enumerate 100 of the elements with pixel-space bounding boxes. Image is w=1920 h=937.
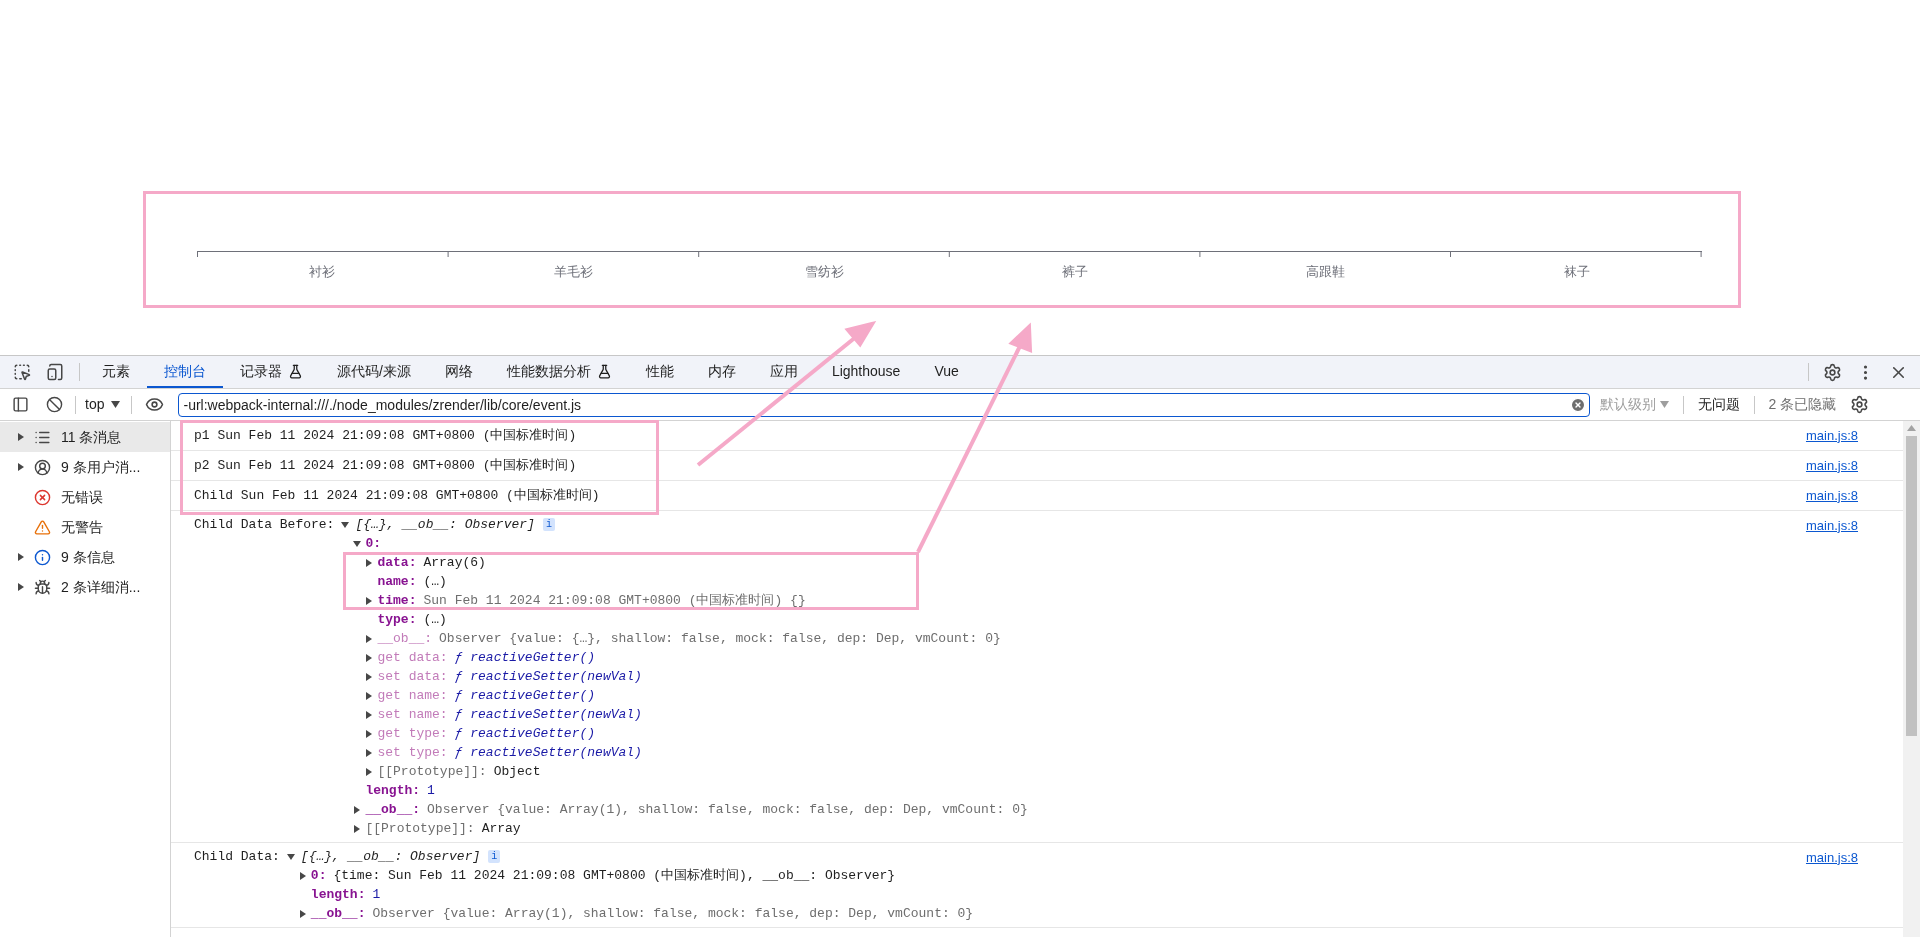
settings-icon[interactable] xyxy=(1823,362,1842,382)
devtools-tab[interactable]: 源代码/来源 xyxy=(320,356,428,388)
bug-icon xyxy=(34,578,51,596)
eye-icon[interactable] xyxy=(145,395,165,414)
property-value: ƒ reactiveSetter(newVal) xyxy=(454,743,642,762)
device-toolbar-icon[interactable] xyxy=(46,363,64,381)
log-message: Child Sun Feb 11 2024 21:09:08 GMT+0800 (中国标准时间) xyxy=(194,486,600,505)
property-key: data: xyxy=(377,552,417,573)
sidebar-item[interactable]: 无警告 xyxy=(0,512,170,542)
property-key: get type: xyxy=(377,723,448,744)
clear-filter-icon[interactable] xyxy=(1570,396,1587,413)
array-summary: [{…}, __ob__: Observer] xyxy=(355,515,535,534)
log-label: Child Data Before: xyxy=(194,516,335,534)
source-link[interactable]: main.js:8 xyxy=(1805,515,1858,536)
devtools-tab[interactable]: 性能 xyxy=(628,356,691,388)
devtools-tab[interactable]: 网络 xyxy=(427,356,490,388)
sidebar-item[interactable]: 2 条详细消... xyxy=(0,572,170,602)
property-value: {time: Sun Feb 11 2024 21:09:08 GMT+0800 (中国标准时间), __ob__: Observer} xyxy=(333,866,896,885)
disclosure-triangle-icon[interactable] xyxy=(17,433,25,441)
axis-label: 裤子 xyxy=(1061,263,1088,281)
disclosure-triangle-icon[interactable] xyxy=(286,852,295,861)
source-link[interactable]: main.js:8 xyxy=(1805,485,1858,506)
hidden-count: 2 条已隐藏 xyxy=(1768,395,1837,414)
log-message: p1 Sun Feb 11 2024 21:09:08 GMT+0800 (中国标准时间) xyxy=(194,426,577,445)
property-value: 1 xyxy=(372,885,381,904)
property-key: 0: xyxy=(310,865,327,886)
property-key: type: xyxy=(377,609,417,630)
disclosure-triangle-icon[interactable] xyxy=(17,553,25,561)
property-key: [[Prototype]]: xyxy=(365,818,475,839)
property-key: get data: xyxy=(377,647,448,668)
property-value: (…) xyxy=(423,610,447,629)
property-key: set type: xyxy=(377,742,448,763)
sidebar-item[interactable]: 无错误 xyxy=(0,482,170,512)
devtools-tab[interactable]: 性能数据分析 xyxy=(489,356,629,388)
sidebar-toggle-icon[interactable] xyxy=(12,396,29,413)
disclosure-triangle-icon[interactable] xyxy=(365,653,374,662)
devtools-tab[interactable]: Lighthouse xyxy=(814,356,918,388)
axis-label: 羊毛衫 xyxy=(553,263,593,281)
devtools-tab[interactable]: Vue xyxy=(917,356,976,388)
property-key: length: xyxy=(310,884,366,905)
log-message: p2 Sun Feb 11 2024 21:09:08 GMT+0800 (中国标准时间) xyxy=(194,456,577,475)
disclosure-triangle-icon[interactable] xyxy=(17,463,25,471)
disclosure-triangle-icon[interactable] xyxy=(298,871,307,880)
devtools-tab[interactable]: 控制台 xyxy=(147,356,223,388)
sidebar-item[interactable]: 9 条用户消... xyxy=(0,452,170,482)
disclosure-triangle-icon[interactable] xyxy=(341,520,350,529)
property-value: ƒ reactiveSetter(newVal) xyxy=(454,705,642,724)
clear-console-icon[interactable] xyxy=(46,396,63,413)
devtools-tab[interactable]: 记录器 xyxy=(223,356,320,388)
devtools-tab[interactable]: 元素 xyxy=(85,356,147,388)
property-value: Sun Feb 11 2024 21:09:08 GMT+0800 (中国标准时间) {} xyxy=(423,591,806,610)
disclosure-triangle-icon[interactable] xyxy=(365,729,374,738)
disclosure-triangle-icon[interactable] xyxy=(365,596,374,605)
warning-icon xyxy=(34,518,51,536)
issues-button[interactable]: 无问题 xyxy=(1698,394,1741,415)
devtools-tab[interactable]: 应用 xyxy=(752,356,815,388)
info-badge[interactable]: i xyxy=(542,518,555,531)
property-key: __ob__: xyxy=(365,799,421,820)
console-settings-icon[interactable] xyxy=(1850,395,1870,414)
property-value: (…) xyxy=(423,572,447,591)
property-value: ƒ reactiveGetter() xyxy=(454,686,596,705)
disclosure-triangle-icon[interactable] xyxy=(353,805,362,814)
disclosure-triangle-icon[interactable] xyxy=(298,909,307,918)
user-circle-icon xyxy=(34,458,51,476)
context-selector[interactable]: top xyxy=(85,394,121,415)
disclosure-triangle-icon[interactable] xyxy=(365,710,374,719)
devtools-tab[interactable]: 内存 xyxy=(690,356,753,388)
disclosure-triangle-icon[interactable] xyxy=(17,583,25,591)
disclosure-triangle-icon[interactable] xyxy=(353,539,362,548)
axis-label: 高跟鞋 xyxy=(1306,263,1346,281)
disclosure-triangle-icon[interactable] xyxy=(365,558,374,567)
source-link[interactable]: main.js:8 xyxy=(1805,455,1858,476)
disclosure-triangle-icon[interactable] xyxy=(365,634,374,643)
disclosure-triangle-icon[interactable] xyxy=(365,767,374,776)
disclosure-triangle-icon[interactable] xyxy=(365,691,374,700)
inspect-element-icon[interactable] xyxy=(13,363,31,381)
property-key: 0: xyxy=(365,533,382,554)
property-value: Observer {value: Array(1), shallow: false, mock: false, dep: Dep, vmCount: 0} xyxy=(372,904,974,923)
property-value: Array(6) xyxy=(423,553,486,572)
property-value: Object xyxy=(493,762,541,781)
sidebar-item[interactable]: 9 条信息 xyxy=(0,542,170,572)
property-key: __ob__: xyxy=(377,628,433,649)
info-badge[interactable]: i xyxy=(488,850,501,863)
array-summary: [{…}, __ob__: Observer] xyxy=(300,847,481,866)
property-value: 1 xyxy=(427,781,435,800)
property-key: [[Prototype]]: xyxy=(377,761,487,782)
disclosure-triangle-icon[interactable] xyxy=(365,748,374,757)
filter-input[interactable]: -url:webpack-internal:///./node_modules/zrender/lib/core/event.js xyxy=(178,392,1591,417)
disclosure-triangle-icon[interactable] xyxy=(365,672,374,681)
property-value: Observer {value: Array(1), shallow: false, mock: false, dep: Dep, vmCount: 0} xyxy=(427,800,1028,819)
disclosure-triangle-icon[interactable] xyxy=(353,824,362,833)
property-key: __ob__: xyxy=(310,903,366,924)
source-link[interactable]: main.js:8 xyxy=(1805,847,1858,868)
source-link[interactable]: main.js:8 xyxy=(1805,425,1858,446)
property-key: set name: xyxy=(377,704,448,725)
sidebar-item[interactable]: 11 条消息 xyxy=(0,422,170,452)
console-scrollbar[interactable] xyxy=(1903,421,1920,937)
property-value: Array xyxy=(481,819,521,838)
info-icon xyxy=(34,548,51,566)
property-value: Observer {value: {…}, shallow: false, mock: false, dep: Dep, vmCount: 0} xyxy=(439,629,1001,648)
